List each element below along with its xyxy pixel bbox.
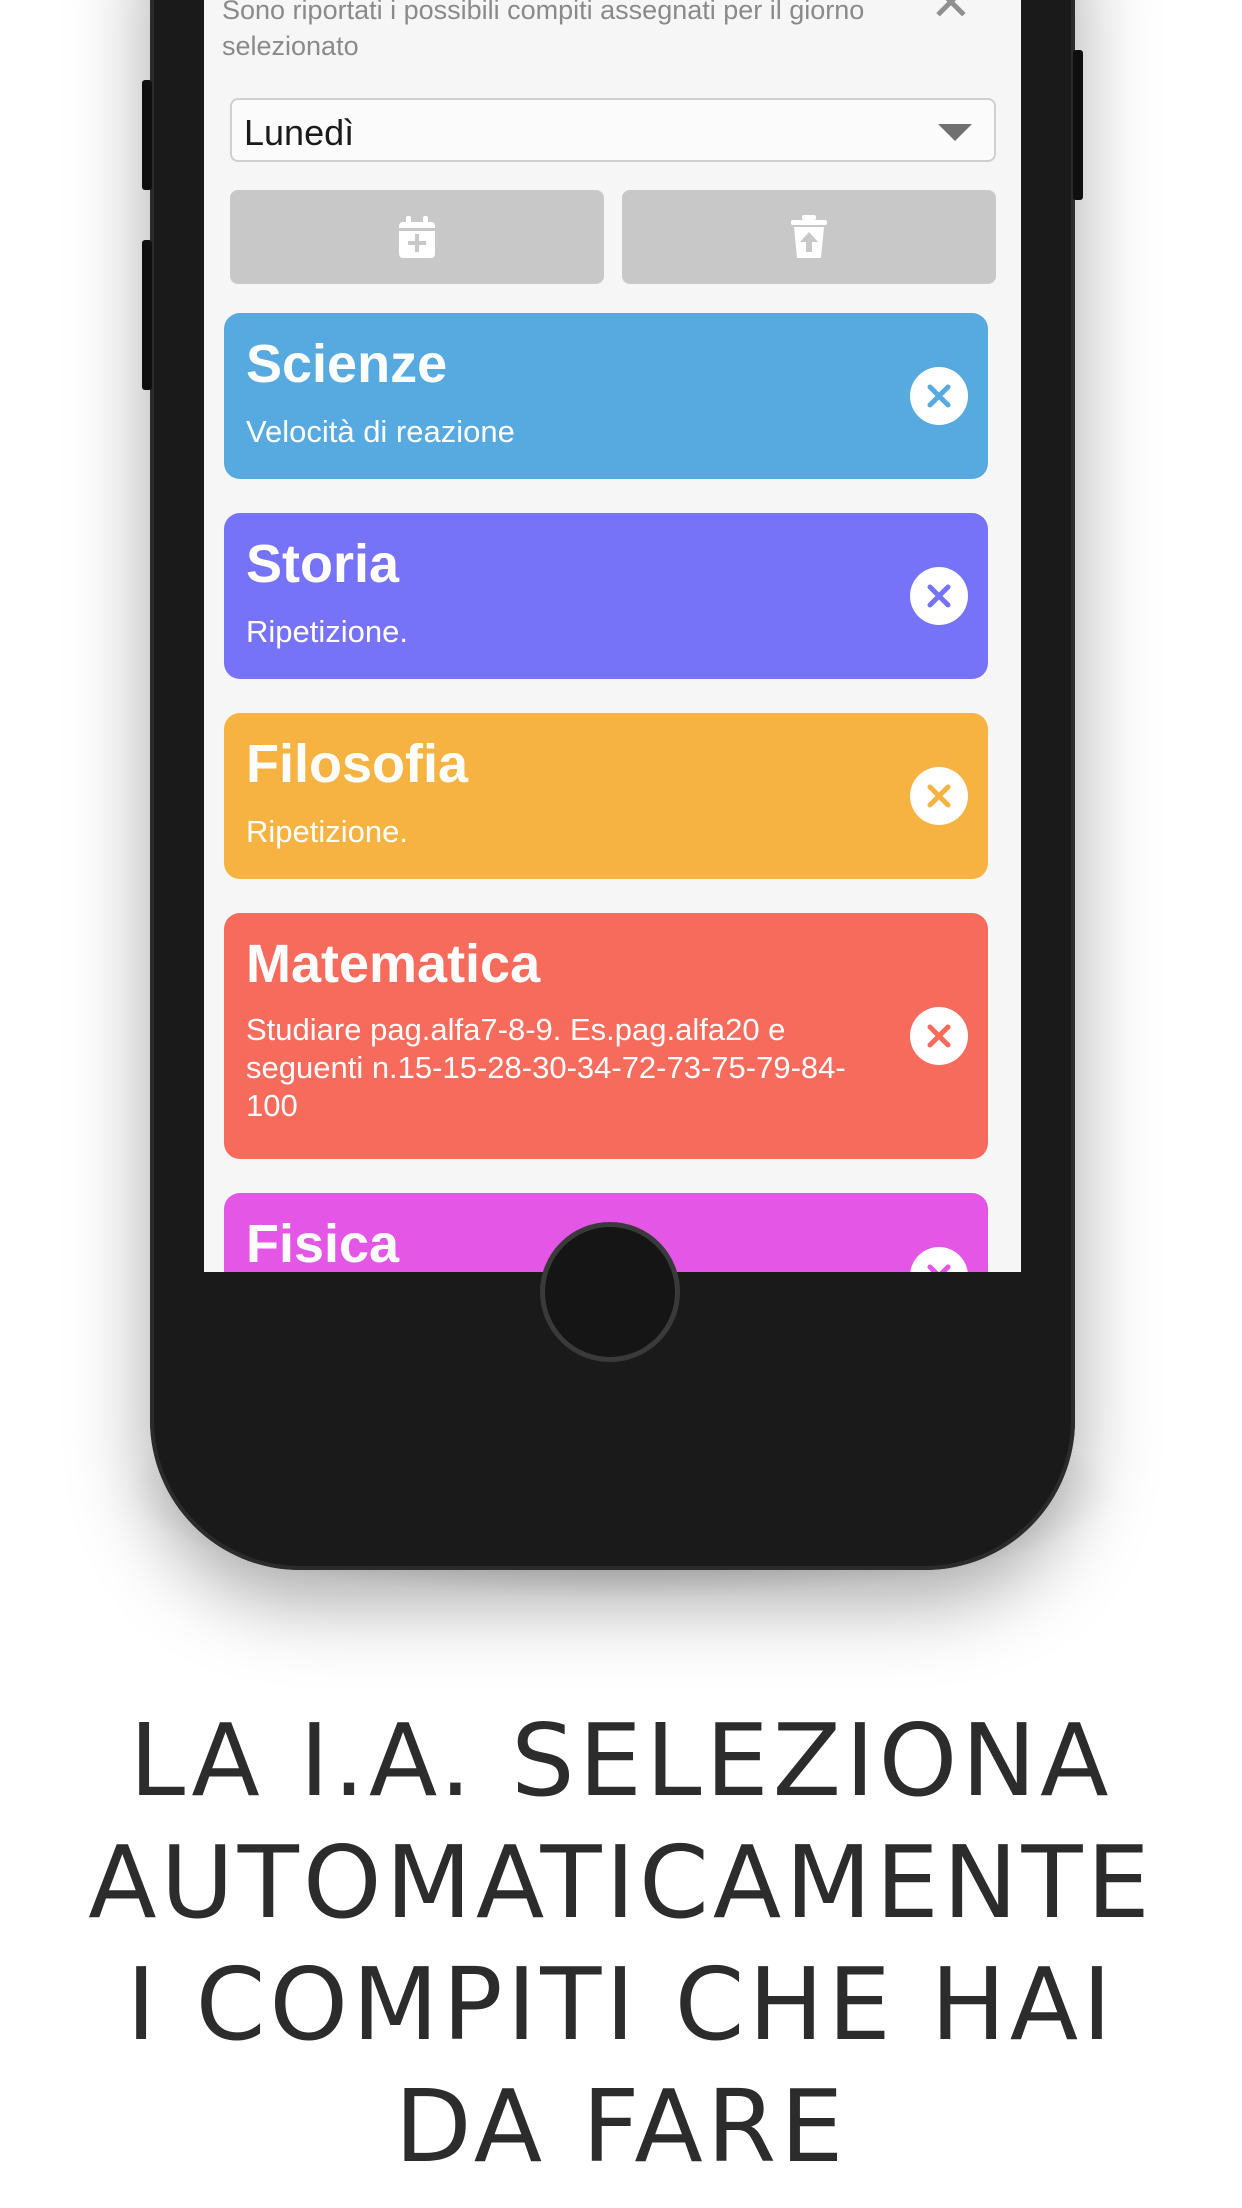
close-icon — [927, 1264, 951, 1272]
remove-task-button[interactable] — [910, 767, 968, 825]
close-icon[interactable]: ✕ — [930, 0, 972, 28]
headline-line: DA FARE — [394, 2068, 848, 2185]
close-icon — [927, 784, 951, 808]
task-description: Ripetizione. — [246, 614, 408, 649]
day-select[interactable]: Lunedì — [230, 98, 996, 162]
delete-tasks-button[interactable] — [622, 190, 996, 284]
volume-up-button — [142, 80, 152, 190]
headline-line: I COMPITI CHE HAI — [126, 1946, 1116, 2063]
calendar-plus-icon — [399, 216, 435, 258]
headline-line: LA I.A. SELEZIONA — [129, 1702, 1113, 1819]
task-description: Velocità di reazione — [246, 414, 515, 449]
task-card-storia[interactable]: Storia Ripetizione. — [224, 513, 988, 679]
phone-frame: Sono riportati i possibili compiti asseg… — [142, 0, 1083, 1570]
add-task-button[interactable] — [230, 190, 604, 284]
task-subject: Fisica — [246, 1214, 400, 1272]
remove-task-button[interactable] — [910, 1007, 968, 1065]
promo-headline: LA I.A. SELEZIONA AUTOMATICAMENTE I COMP… — [0, 1700, 1242, 2188]
close-icon — [927, 584, 951, 608]
app-screen: Sono riportati i possibili compiti asseg… — [204, 0, 1021, 1272]
task-card-scienze[interactable]: Scienze Velocità di reazione — [224, 313, 988, 479]
remove-task-button[interactable] — [910, 1247, 968, 1272]
task-description: Ripetizione. — [246, 814, 408, 849]
chevron-down-icon — [938, 124, 972, 141]
task-description: Studiare pag.alfa7-8-9. Es.pag.alfa20 e … — [246, 1012, 846, 1123]
dialog-subtitle: Sono riportati i possibili compiti asseg… — [222, 0, 865, 61]
home-button[interactable] — [540, 1222, 680, 1362]
close-icon — [927, 384, 951, 408]
task-subject: Storia — [246, 534, 400, 594]
task-subject: Scienze — [246, 334, 448, 394]
task-card-filosofia[interactable]: Filosofia Ripetizione. — [224, 713, 988, 879]
day-select-value: Lunedì — [244, 112, 355, 153]
task-subject: Matematica — [246, 934, 541, 994]
power-button — [1073, 50, 1083, 200]
headline-line: AUTOMATICAMENTE — [88, 1824, 1154, 1941]
trash-upload-icon — [791, 215, 827, 258]
task-card-matematica[interactable]: Matematica Studiare pag.alfa7-8-9. Es.pa… — [224, 913, 988, 1159]
remove-task-button[interactable] — [910, 367, 968, 425]
remove-task-button[interactable] — [910, 567, 968, 625]
task-subject: Filosofia — [246, 734, 469, 794]
close-icon — [927, 1024, 951, 1048]
volume-down-button — [142, 240, 152, 390]
